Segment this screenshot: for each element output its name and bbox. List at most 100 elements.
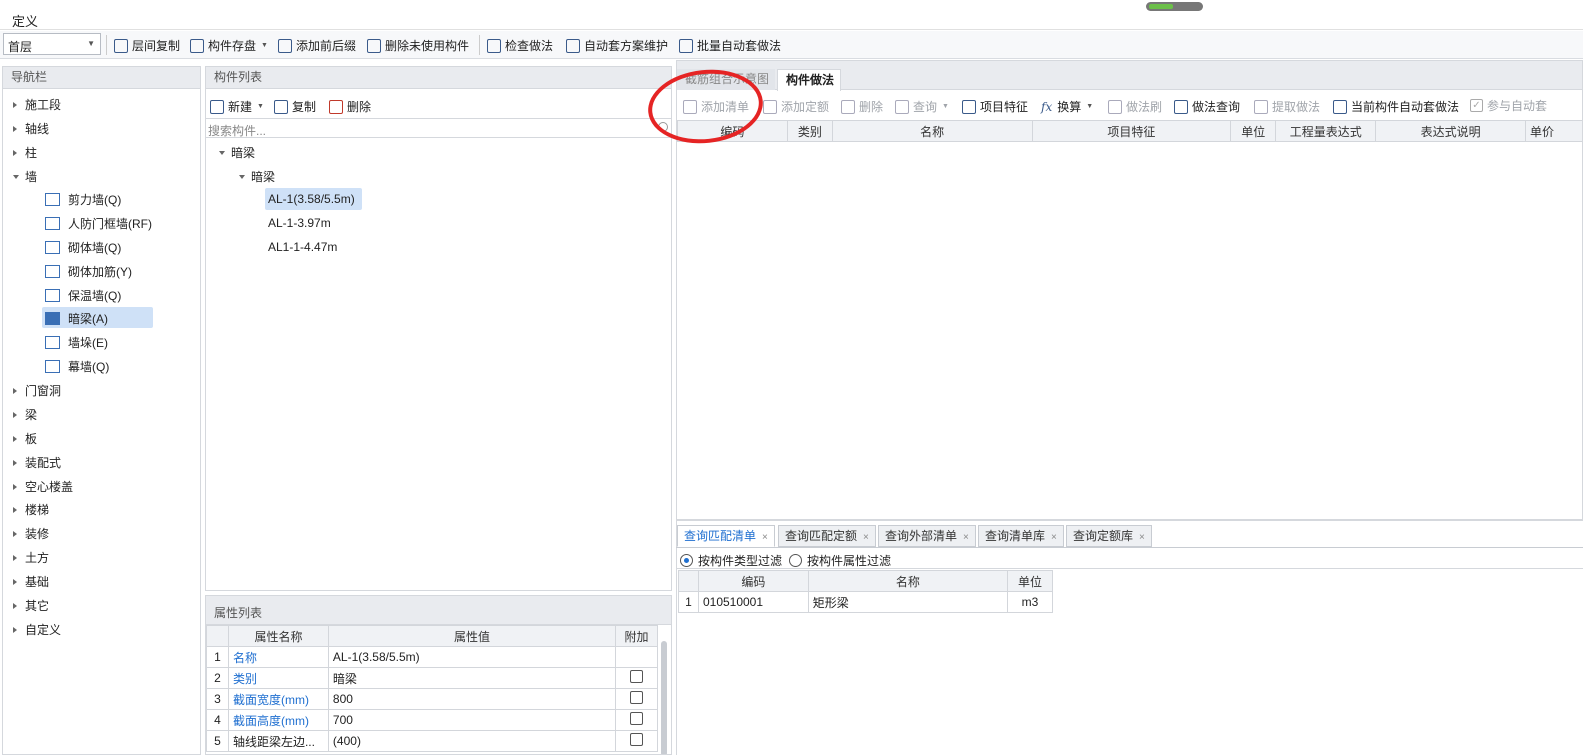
nav-item-shear-wall[interactable]: 剪力墙(Q) [45,191,121,208]
floor-copy-button[interactable]: 层间复制 [114,37,180,54]
auto-apply-current-button[interactable]: 当前构件自动套做法 [1333,98,1459,115]
save-icon [190,38,204,53]
nav-item-prefab[interactable]: 装配式 [13,454,61,471]
extract-method-button[interactable]: 提取做法 [1254,98,1320,115]
tab-match-quota[interactable]: 查询匹配定额 × [778,525,876,547]
table-row[interactable]: 1 名称 AL-1(3.58/5.5m) [206,646,658,668]
close-icon[interactable]: × [963,532,969,543]
nav-item-decoration[interactable]: 装修 [13,525,49,542]
match-bill-table: 编码 名称 单位 1 010510001 矩形梁 m3 [678,570,1053,613]
table-row[interactable]: 3 截面宽度(mm) 800 [206,688,658,710]
floor-copy-label: 层间复制 [132,39,181,53]
extra-checkbox[interactable] [630,691,644,704]
table-row[interactable]: 5 轴线距梁左边... (400) [206,730,658,752]
tab-external-bill[interactable]: 查询外部清单 × [878,525,976,547]
chevron-down-icon: ▼ [257,103,264,110]
delete-button[interactable]: 删除 [329,98,371,115]
nav-item-construction-section[interactable]: 施工段 [13,96,61,113]
query-button[interactable]: 查询 ▼ [895,98,949,115]
filter-type-radio[interactable]: 按构件类型过滤 [680,552,782,569]
nav-item-slab[interactable]: 板 [13,430,37,447]
component-item[interactable]: AL-1-3.97m [268,216,331,230]
convert-button[interactable]: fx 换算 ▼ [1041,98,1093,115]
extra-checkbox[interactable] [630,733,644,746]
close-icon[interactable]: × [762,532,768,543]
nav-item-custom[interactable]: 自定义 [13,621,61,638]
extra-checkbox[interactable] [630,712,644,725]
batch-auto-label: 批量自动套做法 [697,39,782,53]
save-component-button[interactable]: 构件存盘 ▼ [190,37,268,54]
add-prefix-label: 添加前后缀 [296,39,357,53]
scheme-icon [566,38,580,53]
query-icon [895,99,909,114]
extra-checkbox[interactable] [630,670,644,683]
nav-item-door-window[interactable]: 门窗洞 [13,382,61,399]
tab-bill-library[interactable]: 查询清单库 × [978,525,1064,547]
item-feature-button[interactable]: 项目特征 [962,98,1028,115]
nav-item-other[interactable]: 其它 [13,597,49,614]
tab-component-method[interactable]: 构件做法 [777,69,841,91]
copy-icon [274,99,288,114]
nav-item-stair[interactable]: 楼梯 [13,501,49,518]
method-brush-button[interactable]: 做法刷 [1108,98,1162,115]
tab-quota-library[interactable]: 查询定额库 × [1066,525,1152,547]
trash-icon [841,99,855,114]
close-icon[interactable]: × [863,532,869,543]
nav-item-masonry-rebar[interactable]: 砌体加筋(Y) [45,263,132,280]
nav-item-civil-defense-wall[interactable]: 人防门框墙(RF) [45,215,152,232]
delete-list-icon [367,38,381,53]
table-row[interactable]: 1 010510001 矩形梁 m3 [678,591,1053,613]
component-item[interactable]: AL1-1-4.47m [268,240,337,254]
chevron-down-icon: ▼ [261,42,268,49]
delete-label: 删除 [347,100,372,114]
close-icon[interactable]: × [1051,532,1057,543]
nav-item-hidden-beam[interactable]: 暗梁(A) [45,310,108,327]
tree-group-hidden-beam[interactable]: 暗梁 [219,144,255,161]
nav-item-axis[interactable]: 轴线 [13,120,49,137]
radio-icon [680,554,693,567]
col-category: 类别 [786,120,833,142]
component-item[interactable]: AL-1(3.58/5.5m) [268,192,355,206]
nav-item-curtain-wall[interactable]: 幕墙(Q) [45,358,109,375]
filter-attr-radio[interactable]: 按构件属性过滤 [789,552,891,569]
tab-match-bill[interactable]: 查询匹配清单 × [677,525,775,547]
search-input[interactable]: 搜索构件... [208,122,266,139]
nav-item-earthwork[interactable]: 土方 [13,549,49,566]
add-quota-button[interactable]: 添加定额 [763,98,829,115]
batch-auto-button[interactable]: 批量自动套做法 [679,37,781,54]
floor-select[interactable]: 首层 ▼ [3,33,101,55]
copy-button[interactable]: 复制 [274,98,316,115]
table-row[interactable]: 2 类别 暗梁 [206,667,658,689]
properties-scrollbar[interactable] [661,641,667,754]
search-box[interactable]: 搜索构件... [206,118,671,138]
nav-item-foundation[interactable]: 基础 [13,573,49,590]
auto-scheme-button[interactable]: 自动套方案维护 [566,37,668,54]
check-icon [487,38,501,53]
add-prefix-button[interactable]: 添加前后缀 [278,37,356,54]
hidden-beam-icon [45,312,60,325]
close-icon[interactable]: × [1139,532,1145,543]
nav-item-wall[interactable]: 墙 [13,168,37,185]
nav-item-insulation-wall[interactable]: 保温墙(Q) [45,287,121,304]
check-method-label: 检查做法 [505,39,554,53]
new-icon [210,99,224,114]
nav-panel: 导航栏 施工段 轴线 柱 墙 剪力墙(Q) 人防门框墙(RF) 砌体墙(Q) 砌… [2,66,201,755]
tree-subgroup-hidden-beam[interactable]: 暗梁 [239,168,275,185]
extract-icon [1254,99,1268,114]
nav-item-hollow-floor[interactable]: 空心楼盖 [13,478,73,495]
nav-item-column[interactable]: 柱 [13,144,37,161]
check-method-button[interactable]: 检查做法 [487,37,553,54]
col-name: 名称 [831,120,1033,142]
col-prop-name: 属性名称 [227,625,329,647]
participate-auto-checkbox[interactable]: ✓ 参与自动套 [1470,97,1547,114]
add-quota-icon [763,99,777,114]
nav-item-beam[interactable]: 梁 [13,406,37,423]
delete-item-button[interactable]: 删除 [841,98,883,115]
new-button[interactable]: 新建 ▼ [210,98,264,115]
table-row[interactable]: 4 截面高度(mm) 700 [206,709,658,731]
col-name: 名称 [807,570,1009,592]
nav-item-masonry-wall[interactable]: 砌体墙(Q) [45,239,121,256]
method-query-button[interactable]: 做法查询 [1174,98,1240,115]
delete-unused-button[interactable]: 删除未使用构件 [367,37,469,54]
nav-item-wall-pier[interactable]: 墙垛(E) [45,334,108,351]
